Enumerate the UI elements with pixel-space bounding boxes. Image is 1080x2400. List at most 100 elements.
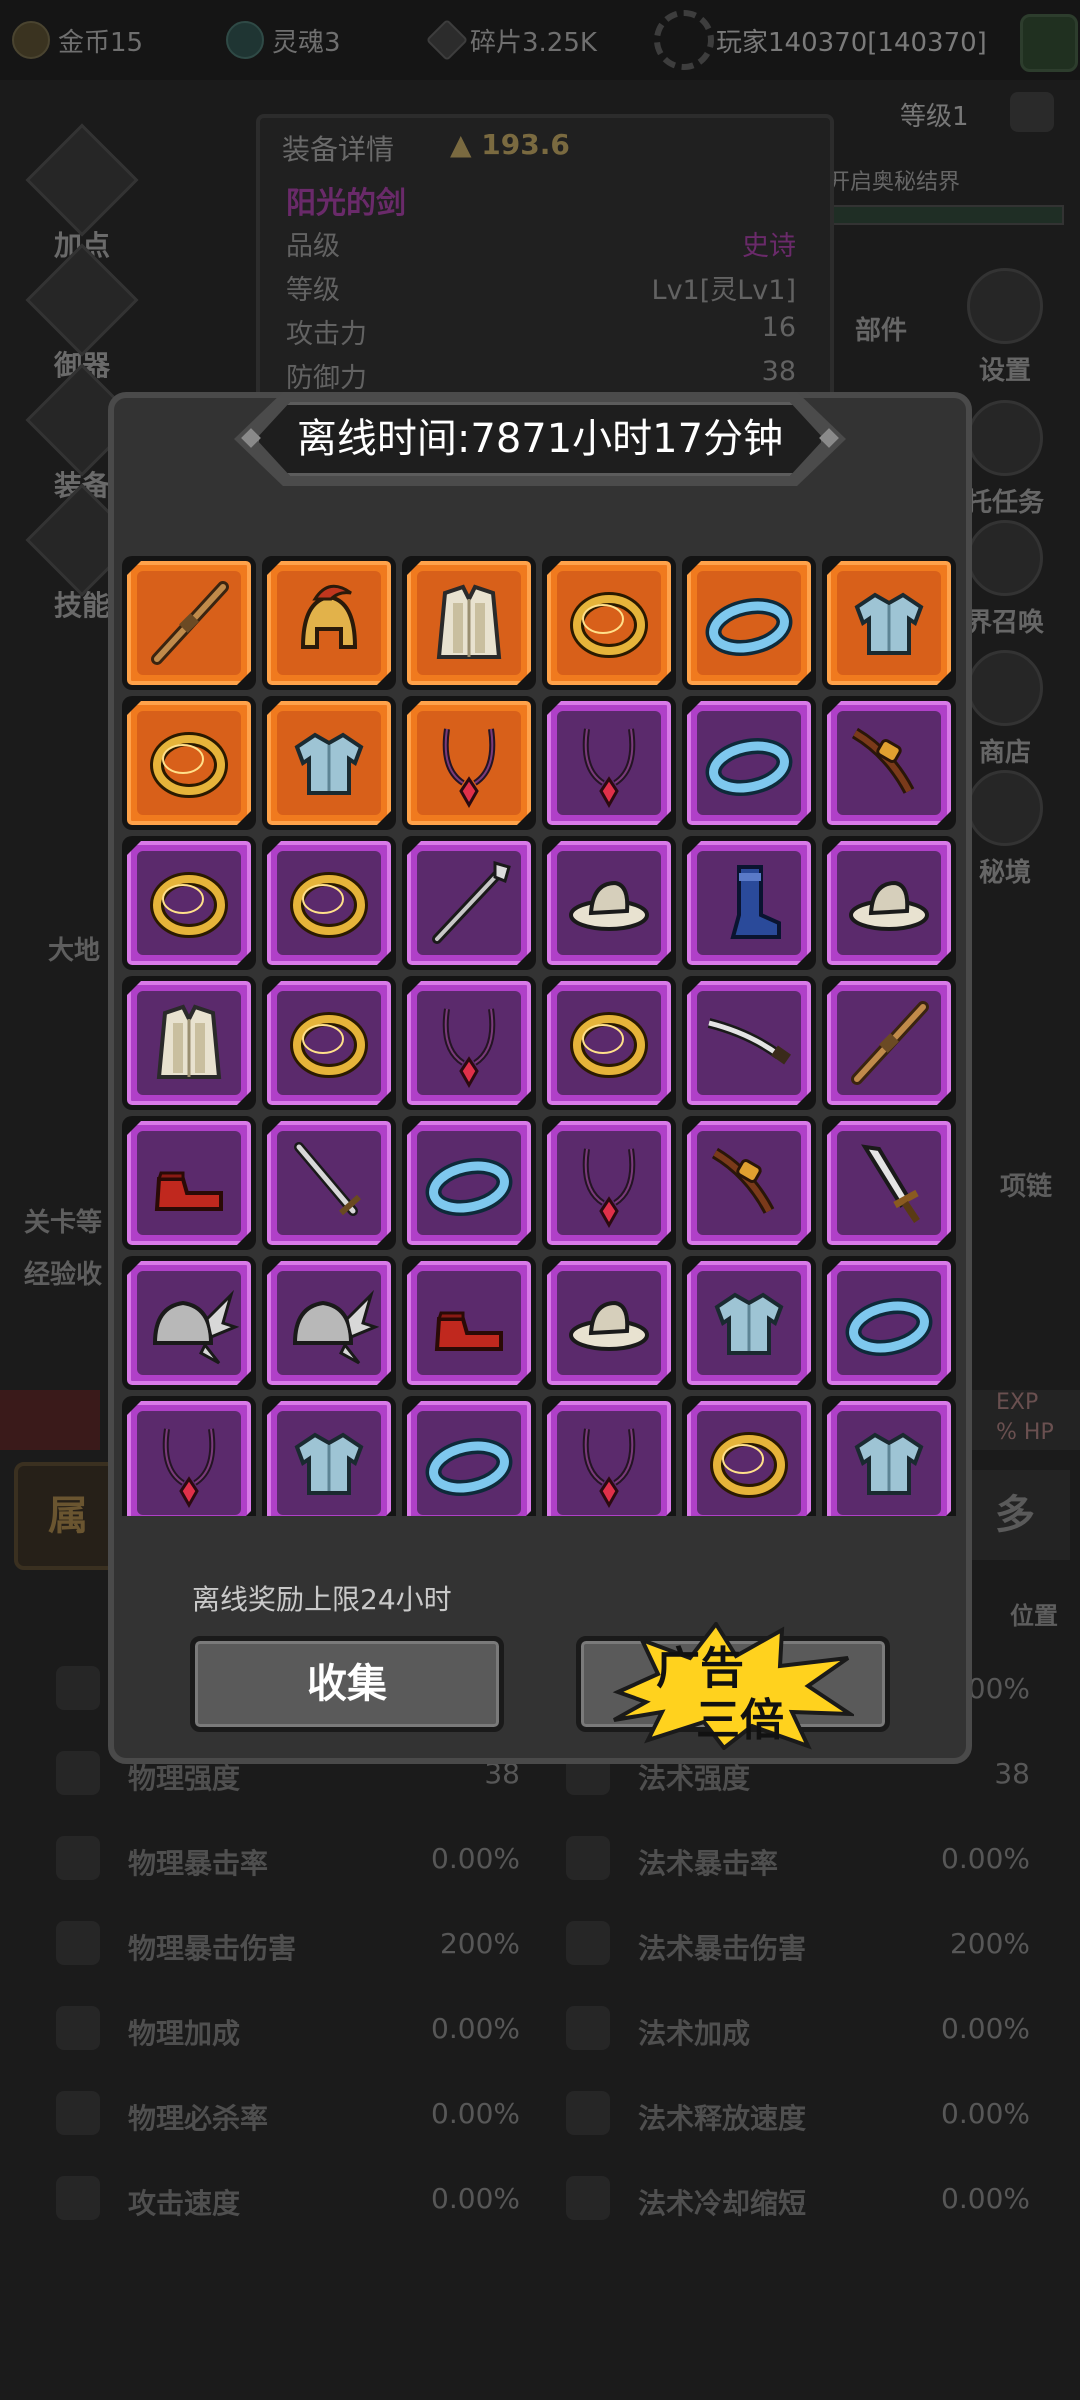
cooldown-icon <box>566 2176 610 2220</box>
reward-item-slot[interactable] <box>542 696 676 830</box>
reward-item-slot[interactable] <box>682 556 816 690</box>
row-value: 16 <box>761 312 796 343</box>
reward-item-slot[interactable] <box>682 836 816 970</box>
offline-time-title: 离线时间:7871小时17分钟 <box>296 416 784 462</box>
equipment-name: 阳光的剑 <box>286 186 406 221</box>
equipment-row: 攻击力 16 <box>286 312 796 351</box>
reward-item-slot[interactable] <box>122 1256 256 1390</box>
right-menu-label: 商店 <box>978 738 1031 768</box>
stat-label: 物理暴击伤害 <box>128 1932 297 1965</box>
stat-row: 法术加成 0.00% <box>540 2000 1040 2060</box>
reward-item-slot[interactable] <box>262 1116 396 1250</box>
reward-item-slot[interactable] <box>822 696 956 830</box>
reward-item-slot[interactable] <box>682 1116 816 1250</box>
reward-item-slot[interactable] <box>402 976 536 1110</box>
reward-item-slot[interactable] <box>682 976 816 1110</box>
reward-item-slot[interactable] <box>122 1116 256 1250</box>
reward-item-slot[interactable] <box>542 1396 676 1516</box>
realm-progress-bar <box>830 205 1064 225</box>
reward-item-slot[interactable] <box>682 696 816 830</box>
earth-label: 大地 <box>48 936 101 966</box>
shop-icon <box>967 650 1043 726</box>
reward-item-slot[interactable] <box>822 1256 956 1390</box>
reward-item-slot[interactable] <box>682 1396 816 1516</box>
reward-item-slot[interactable] <box>822 836 956 970</box>
reward-item-slot[interactable] <box>822 1396 956 1516</box>
level-label: 等级1 <box>900 102 969 132</box>
reward-item-slot[interactable] <box>542 836 676 970</box>
stat-label: 物理必杀率 <box>128 2102 269 2135</box>
reward-item-slot[interactable] <box>262 696 396 830</box>
reward-item-slot[interactable] <box>262 1256 396 1390</box>
reward-item-slot[interactable] <box>542 976 676 1110</box>
right-menu-settings[interactable]: 设置 <box>940 268 1070 387</box>
collect-button[interactable]: 收集 <box>190 1636 504 1732</box>
coin-icon <box>12 21 50 59</box>
reward-item-slot[interactable] <box>122 696 256 830</box>
winged-helmet-icon <box>152 1289 239 1365</box>
sword-icon <box>294 1142 361 1216</box>
tab-attributes[interactable]: 属 <box>14 1462 122 1570</box>
skull-icon <box>56 2091 100 2135</box>
player-name: 玩家140370[140370] <box>716 28 987 58</box>
reward-item-slot[interactable] <box>542 1116 676 1250</box>
stat-row: 法术暴击伤害 200% <box>540 1915 1040 1975</box>
leaf-icon[interactable] <box>1020 14 1078 72</box>
reward-item-slot[interactable] <box>402 556 536 690</box>
reward-item-slot[interactable] <box>122 1396 256 1516</box>
tab-more[interactable]: 多 <box>960 1470 1070 1560</box>
necklace-label: 项链 <box>1000 1172 1053 1202</box>
exp-income-label: 经验收 <box>24 1260 103 1290</box>
fragment-counter: 碎片3.25K <box>425 18 597 62</box>
hat-icon <box>569 880 649 931</box>
ad-triple-burst[interactable]: 广告 三倍 <box>612 1620 857 1751</box>
stat-label: 物理暴击率 <box>128 1847 269 1880</box>
reward-item-slot[interactable] <box>402 1116 536 1250</box>
reward-item-slot[interactable] <box>402 1396 536 1516</box>
stat-row: 物理暴击率 0.00% <box>30 1830 530 1890</box>
magic-bonus-icon <box>566 2006 610 2050</box>
stat-label: 法术释放速度 <box>638 2102 807 2135</box>
orb-icon <box>967 770 1043 846</box>
row-label: 品级 <box>286 231 340 262</box>
gold-label: 金币15 <box>58 27 144 58</box>
ring-icon <box>290 1012 368 1078</box>
reward-item-slot[interactable] <box>542 1256 676 1390</box>
reward-item-slot[interactable] <box>402 696 536 830</box>
reward-item-slot[interactable] <box>402 836 536 970</box>
gear-icon[interactable] <box>654 10 714 70</box>
stat-value: 0.00% <box>941 1842 1030 1875</box>
reward-item-slot[interactable] <box>822 1116 956 1250</box>
crit-icon <box>56 1836 100 1880</box>
soul-icon <box>226 21 264 59</box>
winged-helmet-icon <box>292 1289 379 1365</box>
stat-row: 法术冷却缩短 0.00% <box>540 2170 1040 2230</box>
right-menu-parts[interactable]: 部件 <box>816 310 946 347</box>
right-menu-label: 秘境 <box>978 858 1031 888</box>
magic-crit-damage-icon <box>566 1921 610 1965</box>
crown-icon[interactable] <box>1010 92 1054 132</box>
reward-item-slot[interactable] <box>822 556 956 690</box>
offline-limit-text: 离线奖励上限24小时 <box>192 1583 452 1616</box>
reward-item-slot[interactable] <box>542 556 676 690</box>
reward-item-slot[interactable] <box>122 836 256 970</box>
reward-item-slot[interactable] <box>682 1256 816 1390</box>
ring-icon <box>290 872 368 938</box>
stat-value: 0.00% <box>431 2097 520 2130</box>
stat-value: 200% <box>949 1927 1030 1960</box>
right-menu-label: 托任务 <box>965 488 1044 518</box>
reward-item-slot[interactable] <box>122 556 256 690</box>
reward-item-slot[interactable] <box>822 976 956 1110</box>
bracelet-icon <box>425 1158 513 1216</box>
reward-item-slot[interactable] <box>122 976 256 1110</box>
reward-item-slot[interactable] <box>262 556 396 690</box>
reward-item-slot[interactable] <box>262 976 396 1110</box>
cast-speed-icon <box>566 2091 610 2135</box>
row-value: 史诗 <box>742 231 796 262</box>
reward-item-grid[interactable] <box>122 556 968 1516</box>
reward-item-slot[interactable] <box>402 1256 536 1390</box>
reward-item-slot[interactable] <box>262 1396 396 1516</box>
attack-speed-icon <box>56 2176 100 2220</box>
ring-icon <box>570 592 648 658</box>
reward-item-slot[interactable] <box>262 836 396 970</box>
